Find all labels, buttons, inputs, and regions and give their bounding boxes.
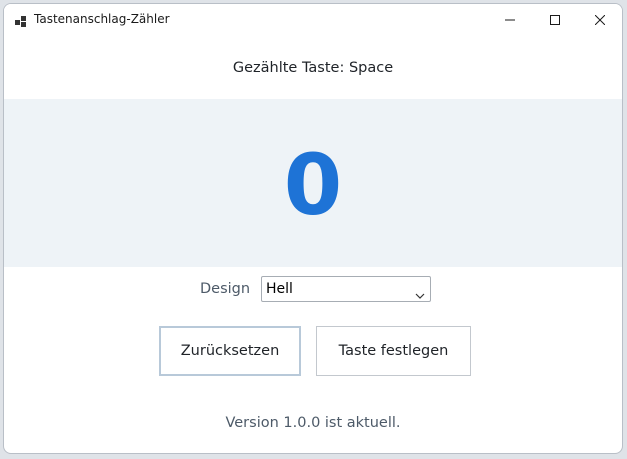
counted-key-label: Gezählte Taste: Space [232, 60, 394, 76]
app-window: Tastenanschlag-Zähler Gezählte Taste: Sp… [3, 3, 623, 454]
maximize-button[interactable] [532, 4, 577, 34]
window-title: Tastenanschlag-Zähler [34, 12, 170, 26]
minimize-icon [504, 10, 515, 29]
chevron-down-icon [415, 285, 425, 299]
counter-panel: 0 [4, 99, 622, 267]
minimize-button[interactable] [487, 4, 532, 34]
version-status: Version 1.0.0 ist aktuell. [225, 415, 401, 431]
design-label: Design [200, 281, 251, 297]
title-bar[interactable]: Tastenanschlag-Zähler [4, 4, 622, 34]
design-select-value: Hell [266, 281, 293, 297]
close-button[interactable] [577, 4, 622, 34]
design-select[interactable]: Hell [261, 276, 431, 302]
counter-value: 0 [283, 136, 343, 234]
set-key-button[interactable]: Taste festlegen [316, 326, 471, 376]
app-icon [15, 13, 27, 27]
reset-button[interactable]: Zurücksetzen [159, 326, 301, 376]
maximize-icon [549, 10, 560, 29]
close-icon [594, 10, 605, 29]
